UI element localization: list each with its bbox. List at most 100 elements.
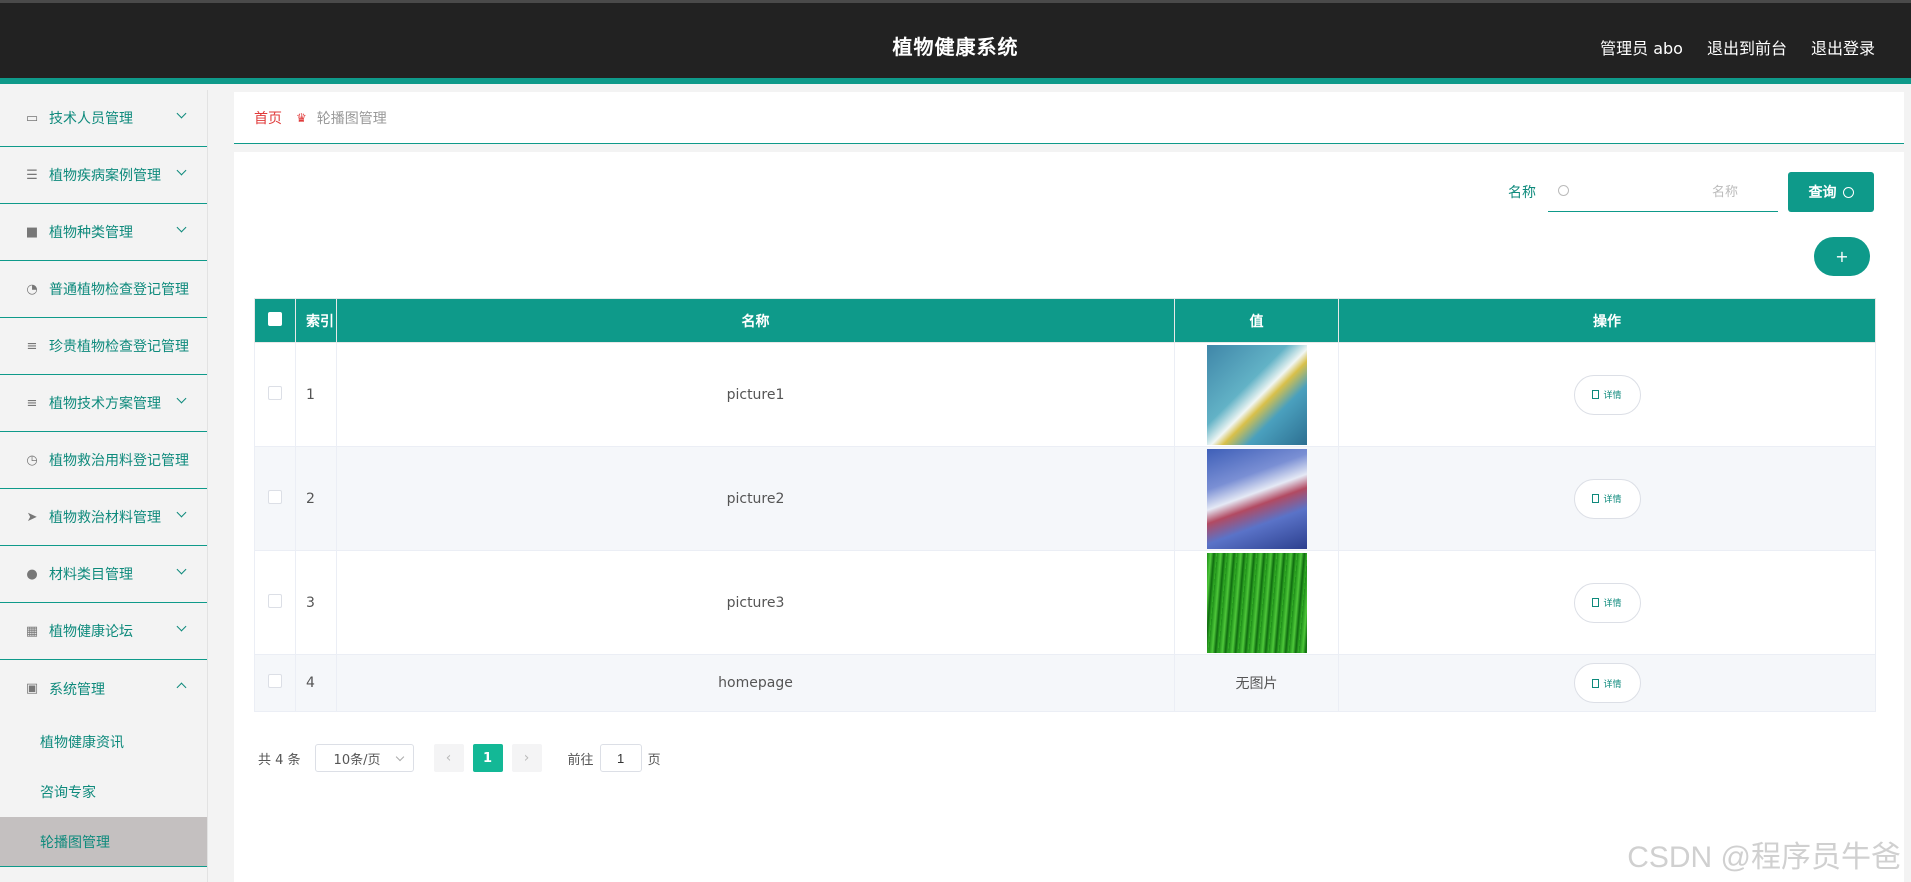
row-name: picture1	[336, 342, 1175, 447]
sidebar-item-label: 系统管理	[49, 681, 105, 698]
row-checkbox[interactable]	[268, 593, 282, 608]
document-icon	[1592, 678, 1600, 688]
select-all-cell	[254, 298, 296, 343]
row-value	[1174, 342, 1339, 447]
sidebar-item-forum[interactable]: ▦ 植物健康论坛	[0, 603, 207, 660]
search-field	[1548, 172, 1778, 212]
gauge-icon: ◔	[26, 281, 38, 297]
search-bar: 名称 查询	[1508, 172, 1874, 212]
carousel-image-thumbnail	[1206, 344, 1307, 445]
detail-button-label: 详情	[1603, 391, 1622, 401]
content-panel: 名称 查询 + 索引 名称 值 操作	[234, 152, 1904, 882]
select-all-checkbox[interactable]	[268, 311, 282, 326]
sidebar-item-rare-inspection[interactable]: ≡ 珍贵植物检查登记管理	[0, 318, 207, 375]
sidebar-item-rescue-usage[interactable]: ◷ 植物救治用料登记管理	[0, 432, 207, 489]
row-index: 3	[295, 550, 337, 655]
sidebar-item-tech-plans[interactable]: ≡ 植物技术方案管理	[0, 375, 207, 432]
page-size-select[interactable]: 10条/页	[314, 744, 414, 772]
row-actions: 详情	[1338, 342, 1876, 447]
sidebar-item-label: 珍贵植物检查登记管理	[49, 339, 189, 355]
column-header-value: 值	[1174, 298, 1339, 343]
column-header-actions: 操作	[1338, 298, 1876, 343]
chevron-down-icon	[176, 222, 187, 233]
sidebar-item-label: 植物种类管理	[49, 225, 133, 241]
header-links: 管理员 abo 退出到前台 退出登录	[1600, 35, 1875, 59]
sidebar-item-common-inspection[interactable]: ◔ 普通植物检查登记管理	[0, 261, 207, 318]
sliders-icon: ☰	[26, 167, 38, 183]
breadcrumb: 首页 ♛ 轮播图管理	[234, 92, 1904, 144]
table-row: 3 picture3 详情	[254, 550, 1876, 655]
next-page-button[interactable]: ›	[511, 744, 542, 772]
table-header-row: 索引 名称 值 操作	[254, 298, 1876, 343]
row-checkbox[interactable]	[268, 674, 282, 688]
chevron-down-icon	[176, 108, 187, 119]
search-input[interactable]	[1548, 172, 1778, 211]
row-value-text: 无图片	[1174, 654, 1339, 712]
sidebar-item-label: 植物救治用料登记管理	[49, 453, 189, 469]
detail-button[interactable]: 详情	[1573, 478, 1641, 519]
table-row: 4 homepage 无图片 详情	[254, 654, 1876, 712]
row-value	[1174, 550, 1339, 655]
search-icon	[1558, 185, 1569, 196]
search-button-label: 查询	[1808, 184, 1837, 200]
chevron-down-icon	[176, 564, 187, 575]
search-icon	[1842, 186, 1854, 198]
sidebar-subitem-carousel[interactable]: 轮播图管理	[0, 817, 207, 867]
prev-page-button[interactable]: ‹	[433, 744, 464, 772]
document-icon	[1592, 390, 1600, 399]
sidebar-item-rescue-materials[interactable]: ➤ 植物救治材料管理	[0, 489, 207, 546]
compass-icon: ◷	[26, 452, 38, 468]
page-number-button[interactable]: 1	[472, 744, 503, 772]
row-index: 4	[295, 654, 337, 712]
row-checkbox[interactable]	[268, 385, 282, 400]
add-button[interactable]: +	[1814, 237, 1870, 276]
breadcrumb-home[interactable]: 首页	[254, 108, 282, 128]
frontend-link[interactable]: 退出到前台	[1707, 35, 1787, 59]
send-icon: ➤	[26, 509, 38, 525]
row-actions: 详情	[1338, 550, 1876, 655]
detail-button[interactable]: 详情	[1573, 663, 1641, 703]
sidebar-item-plant-species[interactable]: ■ 植物种类管理	[0, 204, 207, 261]
list-indent-icon: ≡	[26, 395, 38, 411]
row-index: 1	[295, 342, 337, 447]
search-button[interactable]: 查询	[1788, 172, 1874, 212]
chat-icon: ▭	[25, 110, 39, 126]
table-row: 1 picture1 详情	[254, 342, 1876, 447]
breadcrumb-current: 轮播图管理	[316, 110, 387, 127]
detail-button[interactable]: 详情	[1573, 582, 1641, 623]
admin-user-link[interactable]: 管理员 abo	[1600, 35, 1683, 59]
sidebar-item-technicians[interactable]: ▭ 技术人员管理	[0, 90, 207, 147]
sidebar: ▭ 技术人员管理 ☰ 植物疾病案例管理 ■ 植物种类管理 ◔ 普通植物检查登记管…	[0, 90, 208, 882]
clipboard-icon: ▣	[25, 681, 39, 696]
row-checkbox[interactable]	[268, 489, 282, 504]
sidebar-item-label: 植物救治材料管理	[49, 510, 161, 526]
document-icon	[1592, 494, 1600, 503]
chevron-down-icon	[176, 507, 187, 518]
row-name: homepage	[336, 654, 1175, 712]
detail-button-label: 详情	[1603, 599, 1622, 609]
document-icon	[1592, 598, 1600, 607]
detail-button-label: 详情	[1603, 679, 1622, 690]
detail-button[interactable]: 详情	[1573, 374, 1641, 415]
row-actions: 详情	[1338, 654, 1876, 712]
column-header-index: 索引	[295, 298, 337, 343]
sidebar-subitem-news[interactable]: 植物健康资讯	[0, 717, 207, 767]
row-value	[1174, 446, 1339, 551]
sidebar-item-system[interactable]: ▣ 系统管理	[0, 660, 207, 717]
logout-link[interactable]: 退出登录	[1811, 35, 1875, 59]
sidebar-item-label: 植物疾病案例管理	[49, 168, 161, 184]
row-name: picture3	[336, 550, 1175, 655]
sidebar-item-material-categories[interactable]: ● 材料类目管理	[0, 546, 207, 603]
list-icon: ≡	[26, 338, 38, 354]
row-checkbox-cell	[254, 550, 296, 655]
sidebar-subitem-experts[interactable]: 咨询专家	[0, 767, 207, 817]
sidebar-item-label: 技术人员管理	[49, 111, 133, 127]
pagination-total: 共 4 条	[258, 752, 301, 768]
user-icon: ●	[26, 566, 38, 582]
watermark: CSDN @程序员牛爸	[1627, 841, 1901, 874]
row-actions: 详情	[1338, 446, 1876, 551]
goto-page-input[interactable]	[599, 744, 642, 772]
chevron-down-icon	[176, 621, 187, 632]
page-suffix: 页	[647, 752, 661, 768]
sidebar-item-disease-cases[interactable]: ☰ 植物疾病案例管理	[0, 147, 207, 204]
